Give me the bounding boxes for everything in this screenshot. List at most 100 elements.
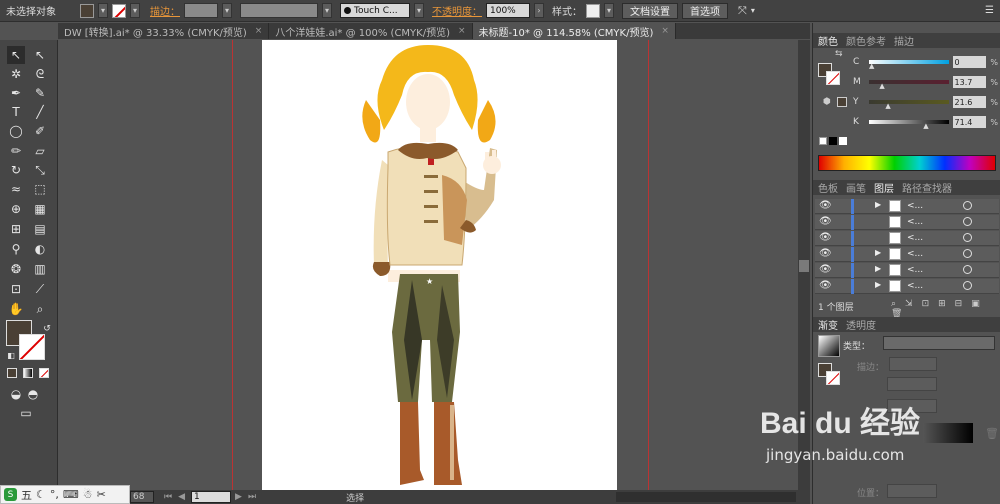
variable-width-dropdown[interactable] [240,3,318,18]
opacity-label[interactable]: 不透明度： [432,3,482,18]
slider-value[interactable]: 0 [952,56,987,68]
slider-thumb-icon[interactable]: ▲ [885,103,890,110]
gamut-swatch[interactable] [837,97,847,107]
visibility-eye-icon[interactable]: 👁 [819,264,832,275]
angle-dropdown[interactable] [887,377,937,391]
slider-track[interactable]: ▲ [868,80,949,90]
target-circle-icon[interactable] [963,249,972,258]
zoom-tool-icon[interactable]: ⌕ [31,300,49,318]
target-circle-icon[interactable] [963,233,972,242]
panel-stroke-box[interactable] [826,71,840,85]
expand-arrow-icon[interactable]: ▶ [875,248,881,257]
style-swatch[interactable] [586,3,600,18]
magic-wand-icon[interactable]: ✲ [7,65,25,83]
color-mode-icon[interactable] [7,368,17,378]
stroke-dropdown-icon[interactable]: ▾ [130,3,140,18]
expand-arrow-icon[interactable]: ▶ [875,264,881,273]
chevron-down-icon[interactable]: ▾ [222,3,232,18]
tab-color-guide[interactable]: 颜色参考 [846,33,886,48]
position-input[interactable] [887,484,937,498]
layer-name[interactable]: <... [907,217,923,227]
layer-row[interactable]: 👁 <... [815,231,999,246]
mesh-tool-icon[interactable]: ⊞ [7,220,25,238]
tab-dw[interactable]: DW [转换].ai* @ 33.33% (CMYK/预览) × [58,23,270,39]
layer-row[interactable]: 👁 ▶ <... [815,199,999,214]
visibility-eye-icon[interactable]: 👁 [819,232,832,243]
gradient-tool-icon[interactable]: ▤ [31,220,49,238]
slider-magenta[interactable]: M ▲ 13.7 % [853,75,998,90]
blend-tool-icon[interactable]: ◐ [31,240,49,258]
gradient-slider[interactable] [923,423,973,443]
gradient-mode-icon[interactable] [23,368,33,378]
horizontal-scrollbar[interactable] [616,492,796,502]
selection-tool-icon[interactable]: ↖ [7,46,25,64]
layer-row[interactable]: 👁 ▶ <... [815,247,999,262]
slider-thumb-icon[interactable]: ▲ [879,83,884,90]
ime-mode-label[interactable]: 五 [21,487,32,503]
scale-tool-icon[interactable]: ⤡ [31,161,49,179]
last-page-icon[interactable]: ⏭ [248,492,256,502]
artboard[interactable]: ★ [262,40,617,490]
black-swatch[interactable] [829,137,837,145]
stroke-weight-dropdown[interactable] [184,3,218,18]
layer-row[interactable]: 👁 ▶ <... [815,263,999,278]
curvature-tool-icon[interactable]: ✎ [31,84,49,102]
layer-name[interactable]: <... [907,233,923,243]
tools-icon[interactable]: ✂ [97,488,106,501]
graph-tool-icon[interactable]: ▥ [31,260,49,278]
close-icon[interactable]: × [458,26,466,36]
draw-mode-icon[interactable]: ◒ [7,385,25,403]
brush-dropdown[interactable]: Touch C... [340,3,410,18]
white-swatch[interactable] [839,137,847,145]
eyedropper-icon[interactable]: ⚲ [7,240,25,258]
tab-layers[interactable]: 图层 [874,180,894,195]
close-icon[interactable]: × [255,26,263,36]
layer-name[interactable]: <... [907,201,923,211]
expand-arrow-icon[interactable]: ▶ [875,200,881,209]
rotate-tool-icon[interactable]: ↻ [7,161,25,179]
slider-value[interactable]: 13.7 [952,76,987,88]
first-page-icon[interactable]: ⏮ [164,492,172,502]
slider-thumb-icon[interactable]: ▲ [923,123,928,130]
color-spectrum[interactable] [818,155,996,171]
visibility-eye-icon[interactable]: 👁 [819,216,832,227]
panel-menu-icon[interactable]: ☰ [985,5,994,16]
arrange-icon[interactable]: ⤧ [738,4,747,18]
symbol-sprayer-icon[interactable]: ❂ [7,260,25,278]
opacity-input[interactable]: 100% [486,3,530,18]
stroke-gradient-options[interactable] [889,357,937,371]
tab-pathfinder[interactable]: 路径查找器 [902,180,952,195]
moon-icon[interactable]: ☾ [36,488,46,501]
target-circle-icon[interactable] [963,201,972,210]
stroke-swatch[interactable] [112,3,126,18]
out-of-gamut-icon[interactable]: ⬢ [823,97,831,107]
gradient-preview[interactable] [818,335,840,357]
shape-builder-icon[interactable]: ⊕ [7,200,25,218]
screen-mode-icon[interactable]: ▭ [17,404,35,422]
close-icon[interactable]: × [661,26,669,36]
target-circle-icon[interactable] [963,281,972,290]
visibility-eye-icon[interactable]: 👁 [819,248,832,259]
none-mode-icon[interactable] [39,368,49,378]
tab-transparency[interactable]: 透明度 [846,317,876,332]
layer-name[interactable]: <... [907,265,923,275]
line-tool-icon[interactable]: ╱ [31,103,49,121]
keyboard-icon[interactable]: ⌨ [63,488,79,501]
chevron-down-icon[interactable]: ▾ [322,3,332,18]
tab-stroke[interactable]: 描边 [894,33,914,48]
slider-thumb-icon[interactable]: ▲ [869,63,874,70]
type-tool-icon[interactable]: T [7,103,25,121]
delete-stop-icon[interactable]: 🗑 [985,427,999,440]
ellipse-tool-icon[interactable]: ◯ [7,122,25,140]
tab-brushes[interactable]: 画笔 [846,180,866,195]
artboard-tool-icon[interactable]: ⊡ [7,280,25,298]
preferences-button[interactable]: 首选项 [682,2,728,19]
tab-eight-dolls[interactable]: 八个洋娃娃.ai* @ 100% (CMYK/预览) × [269,23,473,39]
punctuation-icon[interactable]: °, [50,488,59,501]
slider-track[interactable]: ▲ [868,100,949,110]
chevron-down-icon[interactable]: ▾ [414,3,424,18]
chevron-down-icon[interactable]: ▾ [604,3,614,18]
swap-colors-icon[interactable]: ↺ [38,320,56,338]
ime-toolbar[interactable]: S 五 ☾ °, ⌨ ☃ ✂ [0,485,130,504]
visibility-eye-icon[interactable]: 👁 [819,200,832,211]
